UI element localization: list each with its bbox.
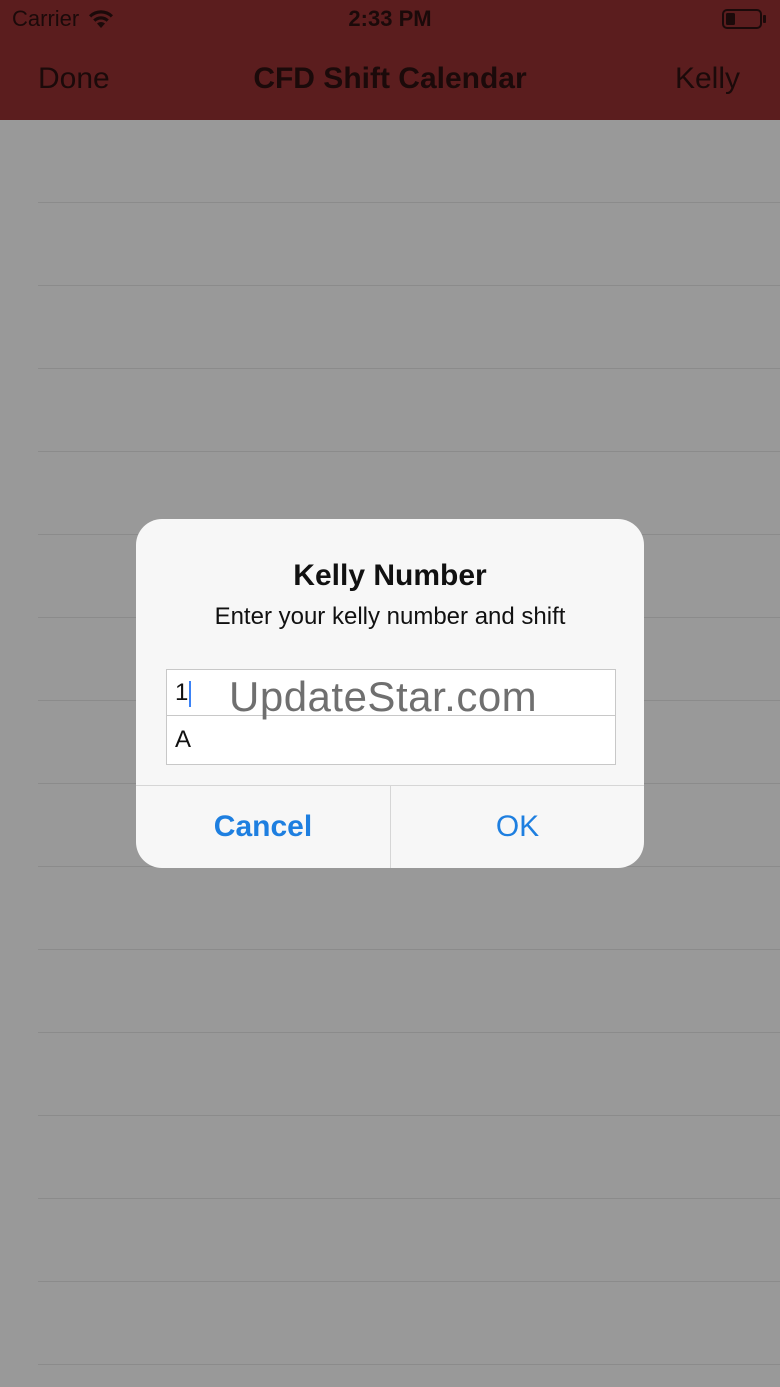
row-separator: [38, 1198, 780, 1199]
row-separator: [38, 285, 780, 286]
alert-title: Kelly Number: [293, 559, 487, 592]
page-title: CFD Shift Calendar: [253, 62, 527, 95]
battery-icon: [722, 9, 766, 29]
watermark: UpdateStar.com: [229, 673, 538, 720]
row-separator: [38, 1115, 780, 1116]
alert-message: Enter your kelly number and shift: [214, 603, 566, 630]
top-bar: Carrier 2:33 PM Done CFD Shift Calendar …: [0, 0, 780, 120]
row-separator: [38, 1032, 780, 1033]
alert-field-group: 1 A UpdateStar.com: [166, 669, 616, 765]
cancel-button[interactable]: Cancel: [136, 786, 390, 868]
shift-value: A: [175, 726, 192, 753]
navigation-bar: Done CFD Shift Calendar Kelly: [0, 40, 780, 120]
status-bar: Carrier 2:33 PM: [0, 0, 780, 40]
kelly-number-alert: Kelly Number Enter your kelly number and…: [136, 519, 644, 868]
row-separator: [38, 1281, 780, 1282]
screen: Carrier 2:33 PM Done CFD Shift Calendar …: [0, 0, 780, 1387]
shift-field[interactable]: A: [167, 717, 615, 763]
kelly-button[interactable]: Kelly: [675, 62, 740, 96]
row-separator: [38, 368, 780, 369]
row-separator: [38, 1364, 780, 1365]
ok-button[interactable]: OK: [391, 786, 644, 868]
kelly-number-value: 1: [175, 679, 189, 706]
row-separator: [38, 451, 780, 452]
text-caret: [189, 680, 192, 707]
status-time: 2:33 PM: [348, 6, 432, 31]
row-separator: [38, 949, 780, 950]
row-separator: [38, 202, 780, 203]
